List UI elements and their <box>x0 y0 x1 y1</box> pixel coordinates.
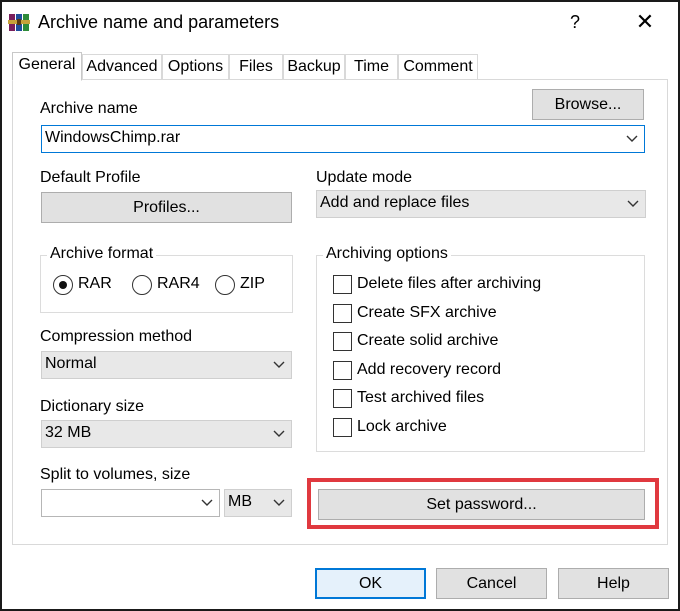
cancel-button[interactable]: Cancel <box>436 568 547 599</box>
checkbox-create-solid-label: Create solid archive <box>357 332 499 349</box>
radio-zip[interactable] <box>215 275 235 295</box>
checkbox-recovery-record-label: Add recovery record <box>357 361 502 378</box>
archiving-options-title: Archiving options <box>323 245 451 263</box>
winrar-books-icon <box>8 14 30 31</box>
compression-method-select[interactable]: Normal <box>41 351 292 379</box>
title-close-button[interactable]: ✕ <box>630 8 660 36</box>
chevron-down-icon[interactable] <box>271 424 287 442</box>
tab-time[interactable]: Time <box>345 54 398 80</box>
help-button[interactable]: Help <box>558 568 669 599</box>
update-mode-select[interactable]: Add and replace files <box>316 190 646 218</box>
split-size-input[interactable] <box>41 489 220 517</box>
archive-name-value: WindowsChimp.rar <box>45 129 181 146</box>
split-unit-value: MB <box>228 493 252 510</box>
archive-name-label: Archive name <box>40 100 138 117</box>
chevron-down-icon[interactable] <box>271 493 287 511</box>
update-mode-value: Add and replace files <box>320 194 470 211</box>
radio-rar4-label: RAR4 <box>157 275 200 292</box>
checkbox-recovery-record[interactable] <box>333 361 352 380</box>
checkbox-create-solid[interactable] <box>333 332 352 351</box>
title-help-button[interactable]: ? <box>562 8 588 36</box>
dialog-window: Archive name and parameters ? ✕ General … <box>0 0 680 611</box>
chevron-down-icon[interactable] <box>625 194 641 212</box>
tab-options[interactable]: Options <box>162 54 229 80</box>
chevron-down-icon[interactable] <box>624 129 640 147</box>
archive-name-input[interactable]: WindowsChimp.rar <box>41 125 645 153</box>
compression-method-value: Normal <box>45 355 97 372</box>
tab-comment[interactable]: Comment <box>398 54 478 80</box>
tab-advanced[interactable]: Advanced <box>82 54 162 80</box>
radio-zip-label: ZIP <box>240 275 265 292</box>
compression-method-label: Compression method <box>40 328 193 345</box>
checkbox-create-sfx[interactable] <box>333 304 352 323</box>
radio-rar-label: RAR <box>78 275 112 292</box>
chevron-down-icon[interactable] <box>271 355 287 373</box>
title-bar: Archive name and parameters ? ✕ <box>2 2 678 44</box>
checkbox-lock-archive[interactable] <box>333 418 352 437</box>
tab-general[interactable]: General <box>12 52 82 81</box>
checkbox-lock-archive-label: Lock archive <box>357 418 447 435</box>
update-mode-label: Update mode <box>316 169 413 186</box>
browse-button[interactable]: Browse... <box>532 89 644 120</box>
ok-button[interactable]: OK <box>315 568 426 599</box>
profiles-button[interactable]: Profiles... <box>41 192 292 223</box>
dictionary-size-label: Dictionary size <box>40 398 145 415</box>
checkbox-test-archived[interactable] <box>333 389 352 408</box>
window-title: Archive name and parameters <box>38 12 280 32</box>
tab-backup[interactable]: Backup <box>283 54 345 80</box>
checkbox-test-archived-label: Test archived files <box>357 389 485 406</box>
password-highlight-box <box>307 478 659 529</box>
split-volumes-label: Split to volumes, size <box>40 466 191 483</box>
dictionary-size-value: 32 MB <box>45 424 92 441</box>
radio-rar[interactable] <box>53 275 73 295</box>
archive-format-title: Archive format <box>47 245 157 263</box>
checkbox-delete-files-label: Delete files after archiving <box>357 275 542 292</box>
checkbox-create-sfx-label: Create SFX archive <box>357 304 497 321</box>
split-unit-select[interactable]: MB <box>224 489 292 517</box>
dictionary-size-select[interactable]: 32 MB <box>41 420 292 448</box>
radio-rar4[interactable] <box>132 275 152 295</box>
tab-files[interactable]: Files <box>229 54 283 80</box>
checkbox-delete-files[interactable] <box>333 275 352 294</box>
default-profile-label: Default Profile <box>40 169 141 186</box>
chevron-down-icon[interactable] <box>199 493 215 511</box>
